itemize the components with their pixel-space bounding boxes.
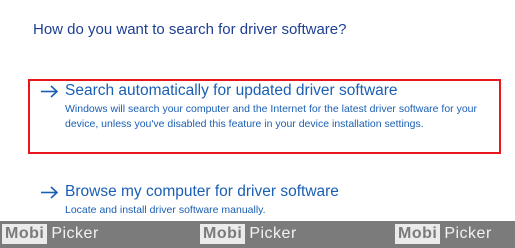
watermark-logo: Mobi <box>395 224 441 244</box>
watermark-band: Mobi Picker Mobi Picker Mobi Picker <box>0 221 515 248</box>
option-description: Locate and install driver software manua… <box>65 204 266 216</box>
watermark: Mobi Picker <box>395 223 492 245</box>
watermark: Mobi Picker <box>2 223 99 245</box>
option-description: Windows will search your computer and th… <box>65 103 478 130</box>
option-title: Search automatically for updated driver … <box>65 82 398 99</box>
watermark-logo: Mobi <box>200 224 246 244</box>
watermark-logo: Mobi <box>2 224 48 244</box>
arrow-right-icon <box>41 85 59 98</box>
dialog-heading: How do you want to search for driver sof… <box>33 21 347 38</box>
watermark-text: Picker <box>249 225 297 242</box>
option-title: Browse my computer for driver software <box>65 183 339 200</box>
arrow-right-icon <box>41 186 59 199</box>
watermark-text: Picker <box>51 225 99 242</box>
watermark: Mobi Picker <box>200 223 297 245</box>
watermark-text: Picker <box>444 225 492 242</box>
